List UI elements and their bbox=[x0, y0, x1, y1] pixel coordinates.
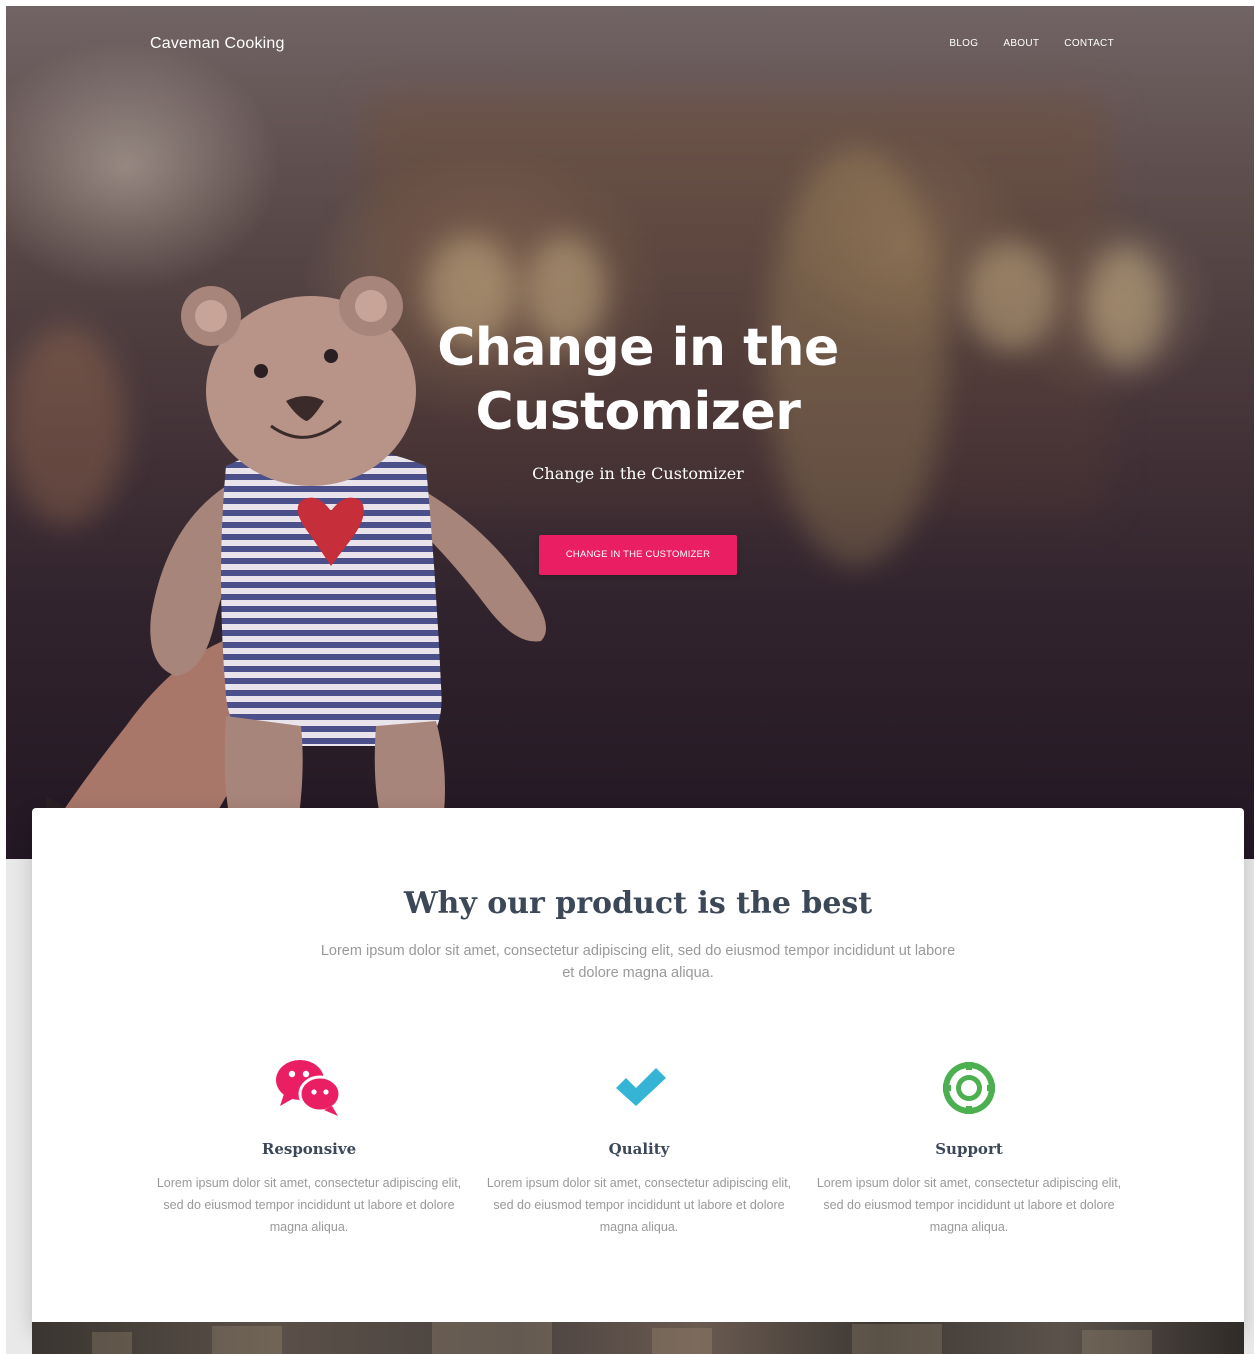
viewport: Caveman Cooking BLOG ABOUT CONTACT Chang… bbox=[6, 6, 1254, 1354]
nav-menu: BLOG ABOUT CONTACT bbox=[949, 38, 1114, 49]
feature-title: Quality bbox=[608, 1140, 670, 1158]
chat-bubbles-icon bbox=[276, 1060, 342, 1116]
hero-content: Change in the Customizer Change in the C… bbox=[6, 316, 1254, 575]
building-shape bbox=[852, 1324, 942, 1354]
checkmark-icon bbox=[616, 1068, 666, 1106]
page: Caveman Cooking BLOG ABOUT CONTACT Chang… bbox=[0, 0, 1255, 1354]
feature-text: Lorem ipsum dolor sit amet, consectetur … bbox=[816, 1176, 1122, 1234]
nav-link-about[interactable]: ABOUT bbox=[1003, 38, 1039, 49]
hero-cta-button[interactable]: CHANGE IN THE CUSTOMIZER bbox=[539, 535, 737, 575]
features-description: Lorem ipsum dolor sit amet, consectetur … bbox=[320, 943, 956, 981]
feature-text: Lorem ipsum dolor sit amet, consectetur … bbox=[486, 1176, 792, 1234]
feature-support: Support Lorem ipsum dolor sit amet, cons… bbox=[814, 1058, 1124, 1238]
nav-link-contact[interactable]: CONTACT bbox=[1064, 38, 1114, 49]
feature-responsive: Responsive Lorem ipsum dolor sit amet, c… bbox=[154, 1058, 464, 1238]
feature-title: Responsive bbox=[261, 1140, 357, 1158]
feature-title: Support bbox=[935, 1140, 1003, 1158]
features-title: Why our product is the best bbox=[403, 886, 873, 921]
hero-section: Caveman Cooking BLOG ABOUT CONTACT Chang… bbox=[6, 6, 1254, 859]
nav-link-blog[interactable]: BLOG bbox=[949, 38, 978, 49]
building-shape bbox=[432, 1322, 552, 1354]
navbar: Caveman Cooking BLOG ABOUT CONTACT bbox=[6, 6, 1254, 84]
hero-subtitle: Change in the Customizer bbox=[532, 464, 744, 483]
features-section: Why our product is the best Lorem ipsum … bbox=[32, 808, 1244, 1328]
building-shape bbox=[652, 1328, 712, 1354]
building-shape bbox=[92, 1332, 132, 1354]
building-shape bbox=[1082, 1330, 1152, 1354]
feature-text: Lorem ipsum dolor sit amet, consectetur … bbox=[156, 1176, 462, 1234]
feature-quality: Quality Lorem ipsum dolor sit amet, cons… bbox=[484, 1058, 794, 1238]
hero-title: Change in the Customizer bbox=[437, 318, 839, 442]
building-shape bbox=[212, 1326, 282, 1354]
next-section-image bbox=[32, 1322, 1244, 1354]
life-ring-icon bbox=[943, 1062, 995, 1114]
brand-link[interactable]: Caveman Cooking bbox=[150, 35, 285, 53]
